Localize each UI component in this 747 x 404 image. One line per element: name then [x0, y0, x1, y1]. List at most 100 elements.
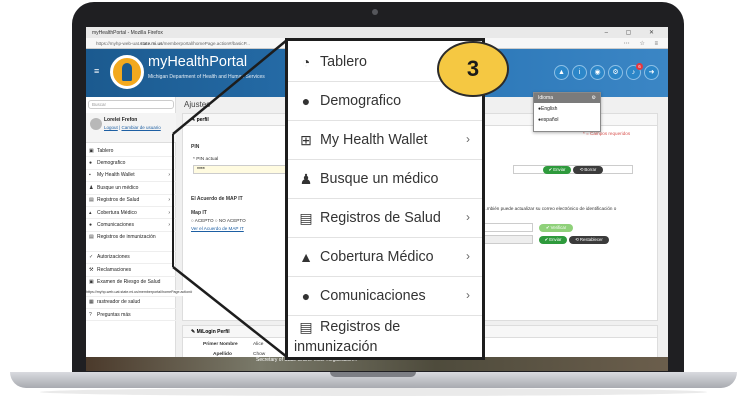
send-pin-button[interactable]: ✔ Enviar [543, 166, 571, 174]
user-name: Lorelei Frefon [104, 117, 138, 123]
search-input[interactable]: Buscar [88, 100, 174, 109]
logout-link[interactable]: Logout [104, 125, 118, 130]
chevron-right-icon: › [168, 209, 170, 216]
email-help-text: ...mbién puede actualizar su correo elec… [483, 206, 617, 211]
chevron-right-icon: › [168, 222, 170, 229]
sidebar-item-cobertura[interactable]: ▴ Cobertura Médico › [86, 207, 176, 220]
dashboard-icon: ◔ [301, 54, 311, 70]
notification-count: 6 [636, 62, 643, 70]
sidebar-item-inmunizacion[interactable]: ▤ Registros de inmunización [86, 232, 176, 252]
map-section-title: El Acuerdo de MAP IT [191, 196, 243, 202]
page-title: Ajustes [184, 100, 211, 109]
sidebar-item-label: Examen de Riesgo de Salud [97, 278, 161, 285]
first-name-label: Primer Nombre [203, 342, 238, 347]
window-controls[interactable]: – ▢ ✕ [605, 29, 662, 36]
zoom-item-registros-salud[interactable]: ▤ Registros de Salud › [288, 199, 482, 237]
sidebar-item-reclamaciones[interactable]: ⚒ Reclamaciones [86, 264, 176, 277]
zoom-item-label-continued: inmunización [294, 339, 378, 355]
language-option-english[interactable]: ● English [534, 103, 600, 114]
file-icon: ▤ [299, 209, 313, 226]
sidebar-item-registros-salud[interactable]: ▤ Registros de Salud › [86, 195, 176, 207]
milogin-panel-title: MiLogin Perfil [196, 329, 230, 335]
sidebar-item-label: Preguntas más [97, 311, 131, 318]
app-subtitle: Michigan Department of Health and Human … [148, 74, 265, 80]
chat-icon: ● [301, 288, 311, 304]
sidebar-item-tablero[interactable]: ▣ Tablero [86, 145, 176, 158]
reset-button[interactable]: ⟲ Restablecer [569, 236, 609, 244]
camera-dot [372, 9, 378, 15]
sidebar-item-label: Tablero [97, 147, 114, 154]
sidebar-item-label: Demografico [97, 160, 126, 167]
settings-icon[interactable]: ⚙ [608, 64, 623, 80]
clear-pin-button[interactable]: ⟲ Borrar [573, 166, 603, 174]
sidebar-item-label: Cobertura Médico [97, 209, 137, 216]
zoom-item-busque-medico[interactable]: ♟ Busque un médico [288, 160, 482, 198]
sidebar-item-rastreador[interactable]: ▦ rastreador de salud [86, 297, 176, 309]
logout-icon[interactable]: ➜ [644, 64, 659, 80]
chevron-right-icon: › [466, 249, 470, 263]
send-email-button[interactable]: ✔ Enviar [539, 236, 567, 244]
zoom-item-cobertura[interactable]: ▲ Cobertura Médico › [288, 238, 482, 276]
info-icon[interactable]: i [572, 64, 587, 80]
doctor-icon: ♟ [299, 170, 313, 187]
divider [288, 315, 482, 316]
status-url: https://myhp-web-uat.state.mi.us/memberp… [86, 290, 216, 296]
sidebar-item-busque-medico[interactable]: ♟ Busque un médico [86, 182, 176, 195]
hamburger-menu-icon[interactable]: ≡ [94, 66, 99, 76]
url-domain: state.mi.us [140, 40, 163, 46]
sidebar-item-demografico[interactable]: ● Demografico [86, 157, 176, 170]
chevron-right-icon: › [466, 288, 470, 302]
user-links: Logout | Cambiar de usuario [104, 125, 161, 130]
globe-icon[interactable]: ◉ [590, 64, 605, 80]
browser-tool-icons[interactable]: ⋯ ☆ ≡ [624, 40, 662, 47]
zoom-item-label: My Health Wallet [320, 132, 428, 148]
pin-input[interactable]: **** [193, 165, 293, 174]
user-icon[interactable]: ▲ [554, 64, 569, 80]
zoom-item-label: Busque un médico [320, 171, 439, 187]
zoom-item-label: Cobertura Médico [320, 249, 434, 265]
first-name-value: Alice [253, 342, 264, 347]
language-option-label: español [541, 116, 559, 123]
language-option-label: English [541, 105, 558, 112]
chevron-right-icon: › [168, 172, 170, 179]
sidebar-item-label: Registros de Salud [97, 197, 140, 204]
sidebar-item-label: Registros de inmunización [97, 233, 156, 240]
zoom-item-health-wallet[interactable]: ⊞ My Health Wallet › [288, 121, 482, 159]
sidebar-item-comunicaciones[interactable]: ● Comunicaciones › [86, 219, 176, 232]
language-dropdown-title: Idioma [538, 95, 554, 101]
sidebar-item-label: Autorizaciones [97, 254, 130, 261]
header-icon-bar: ▲ i ◉ ⚙ ♪ 6 ➜ [554, 62, 668, 81]
map-agreement-link[interactable]: Ver el Acuerdo de MAP IT [191, 226, 244, 231]
chevron-right-icon: › [466, 132, 470, 146]
users-icon: ● [301, 93, 311, 109]
bell-icon[interactable]: ♪ 6 [626, 62, 643, 80]
verify-button[interactable]: ✔ Verificar [539, 224, 573, 232]
sidebar-item-label: Reclamaciones [97, 266, 132, 273]
chevron-right-icon: › [168, 197, 170, 204]
zoom-item-comunicaciones[interactable]: ● Comunicaciones › [288, 277, 482, 315]
zoom-item-inmunizacion[interactable]: ▤ Registros de [288, 317, 482, 337]
laptop-notch [330, 372, 416, 377]
laptop-base [10, 372, 737, 388]
language-dropdown-header: Idioma ⚙ [534, 93, 600, 103]
language-option-espanol[interactable]: ● español [534, 114, 600, 125]
url-prefix: https://myhp-web-uat. [96, 40, 141, 46]
pin-label: * PIN actual [193, 157, 219, 162]
zoom-item-label: Tablero [320, 54, 367, 70]
laptop-shadow [40, 388, 707, 396]
switch-user-link[interactable]: Cambiar de usuario [121, 125, 160, 130]
url-path: /memberportal/homePage.action#/basicP... [162, 40, 250, 46]
profile-panel-title: perfil [196, 117, 209, 123]
clipboard-icon: ▣ [89, 278, 94, 285]
language-dropdown: Idioma ⚙ ● English ● español [533, 92, 601, 132]
sidebar-item-autorizaciones[interactable]: ✓ Autorizaciones [86, 252, 176, 265]
sidebar-item-preguntas[interactable]: ? Preguntas más [86, 309, 176, 322]
sidebar-item-label: Comunicaciones [97, 222, 134, 229]
zoom-item-label: Registros de [320, 319, 401, 335]
question-icon: ? [89, 311, 92, 318]
gear-icon[interactable]: ⚙ [592, 95, 596, 101]
window-title: myHealthPortal - Mozilla Firefox [92, 29, 163, 36]
sidebar-item-label: rastreador de salud [97, 299, 141, 306]
map-radio-options[interactable]: ○ ACEPTO ○ NO ACEPTO [191, 218, 246, 223]
sidebar-item-health-wallet[interactable]: ▪ My Health Wallet › [86, 170, 176, 183]
